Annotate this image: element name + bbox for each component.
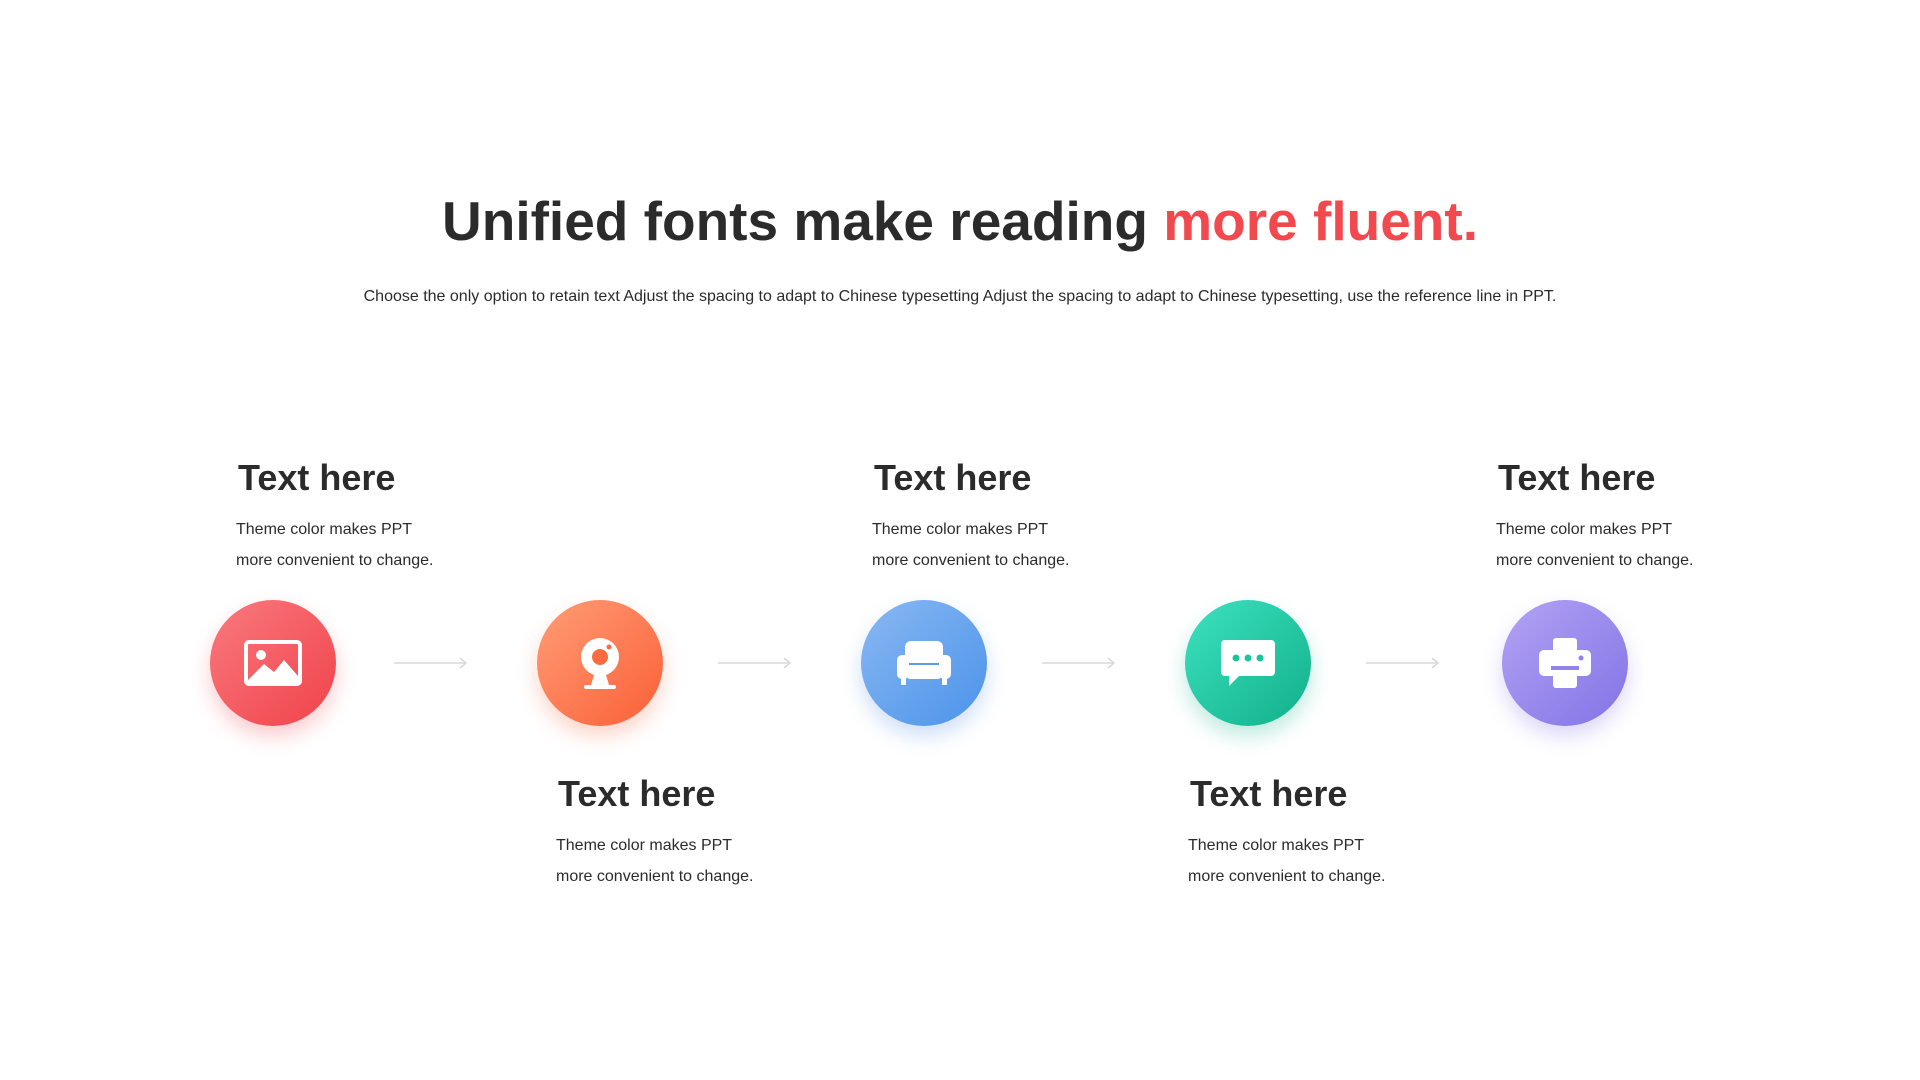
step-1-line-2: more convenient to change. [236,552,434,569]
slide-subtitle: Choose the only option to retain text Ad… [363,288,1557,305]
step-5-circle [1502,600,1628,726]
step-1-line-1: Theme color makes PPT [236,521,413,538]
step-3-line-1: Theme color makes PPT [872,521,1049,538]
webcam-icon [574,635,626,691]
slide-title: Unified fonts make reading more fluent. [0,186,1920,256]
step-5-line-2: more convenient to change. [1496,552,1694,569]
step-3-description: Theme color makes PPT more convenient to… [872,514,1152,576]
sofa-icon [895,639,953,687]
step-4-text: Text here Theme color makes PPT more con… [1188,772,1468,892]
step-4-line-2: more convenient to change. [1188,868,1386,885]
step-1-text: Text here Theme color makes PPT more con… [236,456,516,576]
arrow-right-icon [1366,657,1440,669]
step-5-line-1: Theme color makes PPT [1496,521,1673,538]
step-3-line-2: more convenient to change. [872,552,1070,569]
step-1-circle [210,600,336,726]
arrow-right-icon [394,657,468,669]
step-2-line-2: more convenient to change. [556,868,754,885]
image-icon [244,640,302,686]
printer-icon [1537,636,1593,690]
arrow-right-icon [1042,657,1116,669]
slide: Unified fonts make reading more fluent. … [0,0,1920,1080]
chat-bubble-icon [1219,638,1277,688]
step-4-circle [1185,600,1311,726]
step-4-heading: Text here [1190,773,1348,814]
step-5-description: Theme color makes PPT more convenient to… [1496,514,1776,576]
step-2-description: Theme color makes PPT more convenient to… [556,830,836,892]
step-3-text: Text here Theme color makes PPT more con… [872,456,1152,576]
step-4-line-1: Theme color makes PPT [1188,837,1365,854]
step-2-line-1: Theme color makes PPT [556,837,733,854]
title-accent-text: more fluent. [1163,190,1478,252]
step-5-heading: Text here [1498,457,1656,498]
step-4-description: Theme color makes PPT more convenient to… [1188,830,1468,892]
step-5-text: Text here Theme color makes PPT more con… [1496,456,1776,576]
step-1-heading: Text here [238,457,396,498]
title-main-text: Unified fonts make reading [442,190,1164,252]
step-2-heading: Text here [558,773,716,814]
step-2-circle [537,600,663,726]
step-3-heading: Text here [874,457,1032,498]
arrow-right-icon [718,657,792,669]
step-2-text: Text here Theme color makes PPT more con… [556,772,836,892]
step-3-circle [861,600,987,726]
step-1-description: Theme color makes PPT more convenient to… [236,514,516,576]
